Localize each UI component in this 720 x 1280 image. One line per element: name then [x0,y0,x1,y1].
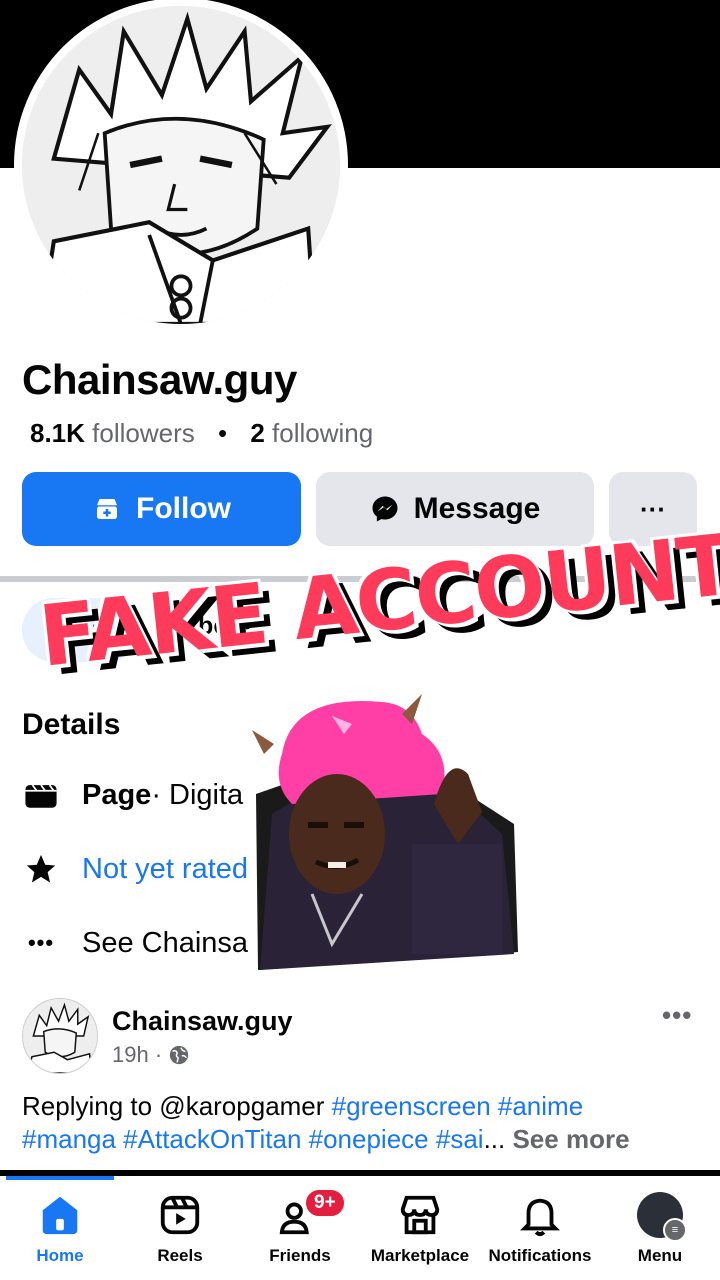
stats-separator: • [217,418,228,448]
follow-button[interactable]: Follow [22,472,301,546]
post-options-button[interactable]: ••• [662,1000,692,1031]
bottom-navigation: Home Reels 9+ Friends Marketplace Notifi… [0,1180,720,1280]
nav-home[interactable]: Home [0,1180,120,1280]
post-timestamp[interactable]: 19h · [112,1042,190,1068]
nav-friends-label: Friends [269,1246,331,1265]
post-hashtags-line1[interactable]: #greenscreen #anime [332,1091,584,1121]
page-category: · Digita [151,778,244,811]
nav-menu[interactable]: ≡ Menu [600,1180,720,1280]
post-time-text: 19h · [112,1042,163,1067]
message-label: Message [413,492,541,525]
globe-icon [169,1045,189,1065]
home-icon [42,1196,78,1235]
follow-label: Follow [136,492,231,525]
post-hashtags-line2[interactable]: #manga #AttackOnTitan #onepiece #sai [22,1124,484,1154]
nav-marketplace[interactable]: Marketplace [360,1180,480,1280]
nav-reels-label: Reels [157,1246,203,1265]
post-author-name[interactable]: Chainsaw.guy [112,1006,293,1037]
ellipsis-icon: ••• [27,930,55,955]
nav-marketplace-label: Marketplace [370,1246,470,1265]
post-ellipsis: ... [483,1124,513,1154]
reels-icon [160,1195,200,1235]
follow-page-icon [97,499,117,519]
avatar-menu-icon: ≡ [637,1192,687,1242]
post-body: Replying to @karopgamer #greenscreen #an… [22,1090,702,1156]
greenscreen-person-cutout [252,694,522,972]
messenger-icon [372,496,398,522]
nav-menu-label: Menu [637,1246,683,1265]
see-about-text[interactable]: See Chainsa [82,927,248,960]
profile-picture-frame[interactable] [14,0,348,332]
profile-picture[interactable] [22,6,340,324]
post-reply-prefix: Replying to @karopgamer [22,1091,332,1121]
details-heading: Details [22,708,121,741]
nav-notifications-label: Notifications [488,1246,592,1265]
nav-friends[interactable]: 9+ Friends [240,1180,360,1280]
nav-notifications[interactable]: Notifications [480,1180,600,1280]
post-author-avatar[interactable] [22,998,98,1074]
marketplace-icon [400,1195,440,1235]
friends-badge: 9+ [304,1188,346,1218]
star-icon [22,850,60,888]
nav-home-label: Home [36,1246,84,1265]
manga-character-thumbnail [23,999,97,1073]
following-label[interactable]: following [272,418,373,448]
bell-icon [520,1198,560,1237]
followers-label[interactable]: followers [92,418,195,448]
see-more-link[interactable]: See more [512,1124,629,1154]
followers-count[interactable]: 8.1K [30,418,85,448]
clapperboard-icon [22,776,60,814]
profile-name: Chainsaw.guy [22,356,297,403]
following-count[interactable]: 2 [250,418,264,448]
details-see-more[interactable]: ••• See Chainsa [22,924,248,962]
person-in-pink-hat-image [252,694,518,970]
details-page-category: Page · Digita [22,776,243,814]
manga-character-illustration [22,6,340,324]
hamburger-icon: ≡ [663,1218,687,1242]
nav-reels[interactable]: Reels [120,1180,240,1280]
page-type-label: Page [82,778,152,811]
follow-stats: 8.1K followers • 2 following [30,418,373,449]
